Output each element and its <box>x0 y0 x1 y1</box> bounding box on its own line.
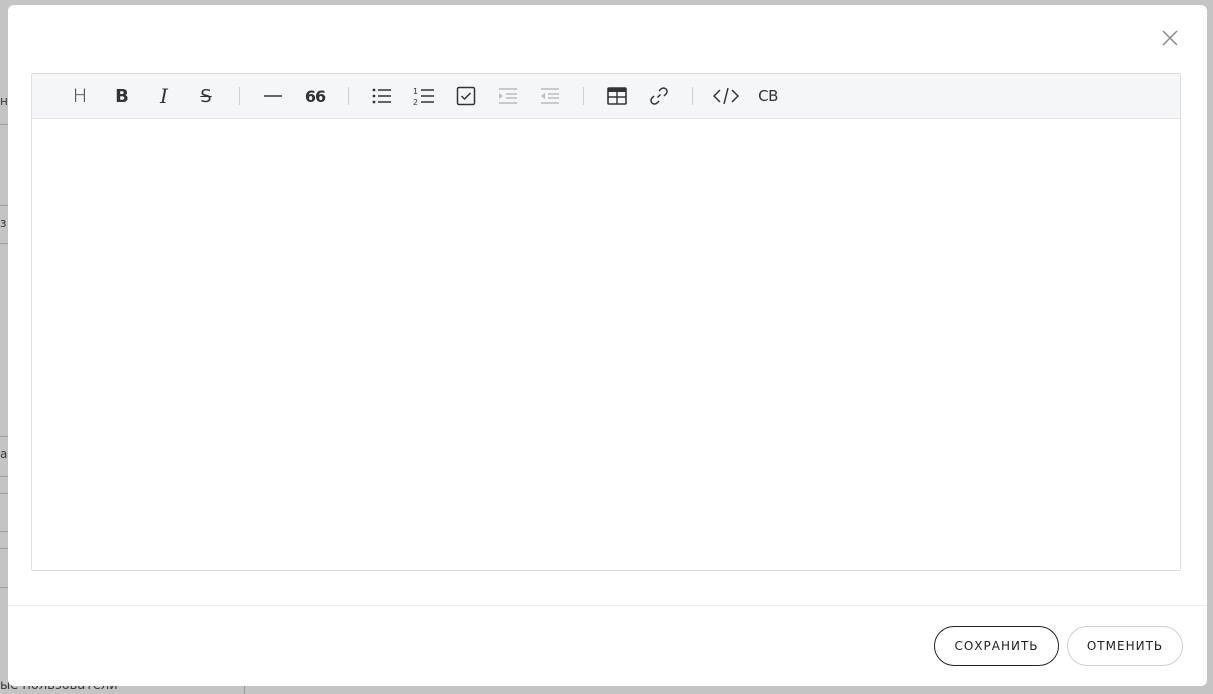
horizontal-rule-icon <box>263 94 283 98</box>
toolbar-separator <box>348 87 349 105</box>
ordered-list-button[interactable]: 1 2 <box>403 80 445 112</box>
footer-divider <box>8 605 1207 606</box>
link-icon <box>649 86 669 106</box>
heading-icon: H <box>72 85 88 107</box>
background-divider <box>0 587 8 588</box>
rich-text-editor: H B I S 66 1 2 CB <box>31 73 1181 571</box>
code-icon <box>713 87 739 105</box>
strikethrough-icon: S <box>200 85 212 107</box>
outdent-button[interactable] <box>529 80 571 112</box>
editor-toolbar: H B I S 66 1 2 CB <box>32 74 1180 119</box>
italic-button[interactable]: I <box>143 80 185 112</box>
table-button[interactable] <box>596 80 638 112</box>
close-icon <box>1161 29 1179 51</box>
code-block-button[interactable]: CB <box>747 80 789 112</box>
heading-button[interactable]: H <box>59 80 101 112</box>
background-text-fragment: з <box>0 216 7 230</box>
italic-icon: I <box>160 84 168 108</box>
svg-text:1: 1 <box>413 87 418 96</box>
editor-modal: H B I S 66 1 2 CB СОХРАНИТЬ ОТМЕНИТЬ <box>8 5 1207 686</box>
bold-icon: B <box>115 85 129 107</box>
task-list-button[interactable] <box>445 80 487 112</box>
background-divider <box>0 493 8 494</box>
indent-button[interactable] <box>487 80 529 112</box>
quote-icon: 66 <box>304 86 326 106</box>
background-text-fragment: н <box>0 94 8 108</box>
background-divider <box>0 476 8 477</box>
background-divider <box>0 548 8 549</box>
bullet-list-button[interactable] <box>361 80 403 112</box>
indent-icon <box>498 87 518 105</box>
editor-content-area[interactable] <box>32 119 1180 570</box>
background-divider <box>0 205 8 206</box>
ordered-list-icon: 1 2 <box>413 86 435 106</box>
table-icon <box>607 87 627 105</box>
code-button[interactable] <box>705 80 747 112</box>
bullet-list-icon <box>372 87 392 105</box>
outdent-icon <box>540 87 560 105</box>
background-divider <box>0 436 8 437</box>
background-divider <box>0 124 8 125</box>
toolbar-separator <box>692 87 693 105</box>
toolbar-separator <box>239 87 240 105</box>
save-button[interactable]: СОХРАНИТЬ <box>934 626 1059 666</box>
code-block-icon: CB <box>758 87 778 105</box>
checkbox-icon <box>456 86 476 106</box>
cancel-button[interactable]: ОТМЕНИТЬ <box>1067 626 1183 666</box>
close-button[interactable] <box>1159 29 1181 51</box>
link-button[interactable] <box>638 80 680 112</box>
background-text-fragment: а <box>0 447 8 461</box>
strikethrough-button[interactable]: S <box>185 80 227 112</box>
background-divider <box>0 243 8 244</box>
blockquote-button[interactable]: 66 <box>294 80 336 112</box>
svg-text:2: 2 <box>413 98 418 106</box>
bold-button[interactable]: B <box>101 80 143 112</box>
horizontal-rule-button[interactable] <box>252 80 294 112</box>
toolbar-separator <box>583 87 584 105</box>
background-divider <box>0 531 8 532</box>
